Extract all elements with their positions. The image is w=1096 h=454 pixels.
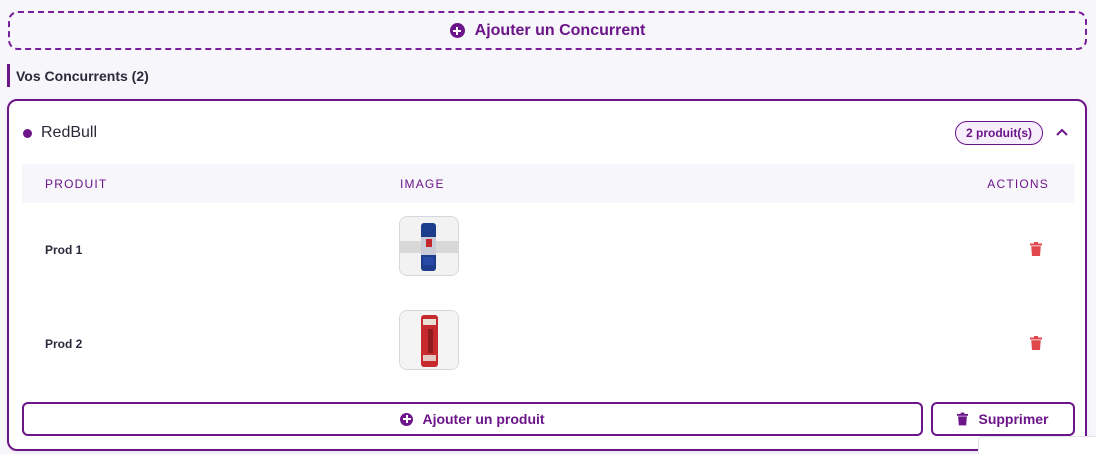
plus-circle-icon [400, 412, 414, 426]
plus-circle-icon [449, 23, 465, 38]
delete-product-trash-icon[interactable] [1030, 336, 1042, 350]
add-product-label: Ajouter un produit [422, 411, 545, 427]
delete-competitor-label: Supprimer [978, 411, 1049, 427]
table-header: PRODUIT IMAGE ACTIONS [22, 164, 1075, 203]
column-header-image: IMAGE [400, 177, 445, 191]
overlay-panel-fragment [978, 436, 1096, 454]
competitor-card-header[interactable]: RedBull [9, 101, 1085, 165]
competitor-name: RedBull [41, 124, 98, 141]
column-header-product: PRODUIT [45, 177, 108, 191]
competitor-card: RedBull 2 produit(s) PRODUIT IMAGE ACTIO… [7, 99, 1087, 451]
product-count-badge: 2 produit(s) [955, 121, 1043, 145]
add-competitor-label: Ajouter un Concurrent [474, 21, 646, 39]
table-row: Prod 2 [22, 297, 1075, 391]
trash-icon [957, 412, 969, 426]
chevron-up-icon[interactable] [1055, 125, 1069, 139]
table-row: Prod 1 [22, 203, 1075, 297]
section-title: Vos Concurrents (2) [7, 64, 149, 87]
product-name: Prod 2 [45, 337, 83, 351]
product-name: Prod 1 [45, 243, 83, 257]
add-competitor-button[interactable]: Ajouter un Concurrent [8, 11, 1087, 50]
add-product-button[interactable]: Ajouter un produit [22, 402, 923, 436]
column-header-actions: ACTIONS [987, 177, 1049, 191]
bullet-dot-icon [23, 128, 32, 138]
red-can-image [399, 310, 459, 370]
delete-product-trash-icon[interactable] [1030, 242, 1042, 256]
products-table: PRODUIT IMAGE ACTIONS Prod 1 Prod 2 [22, 164, 1075, 391]
delete-competitor-button[interactable]: Supprimer [931, 402, 1075, 436]
blue-can-image [399, 216, 459, 276]
